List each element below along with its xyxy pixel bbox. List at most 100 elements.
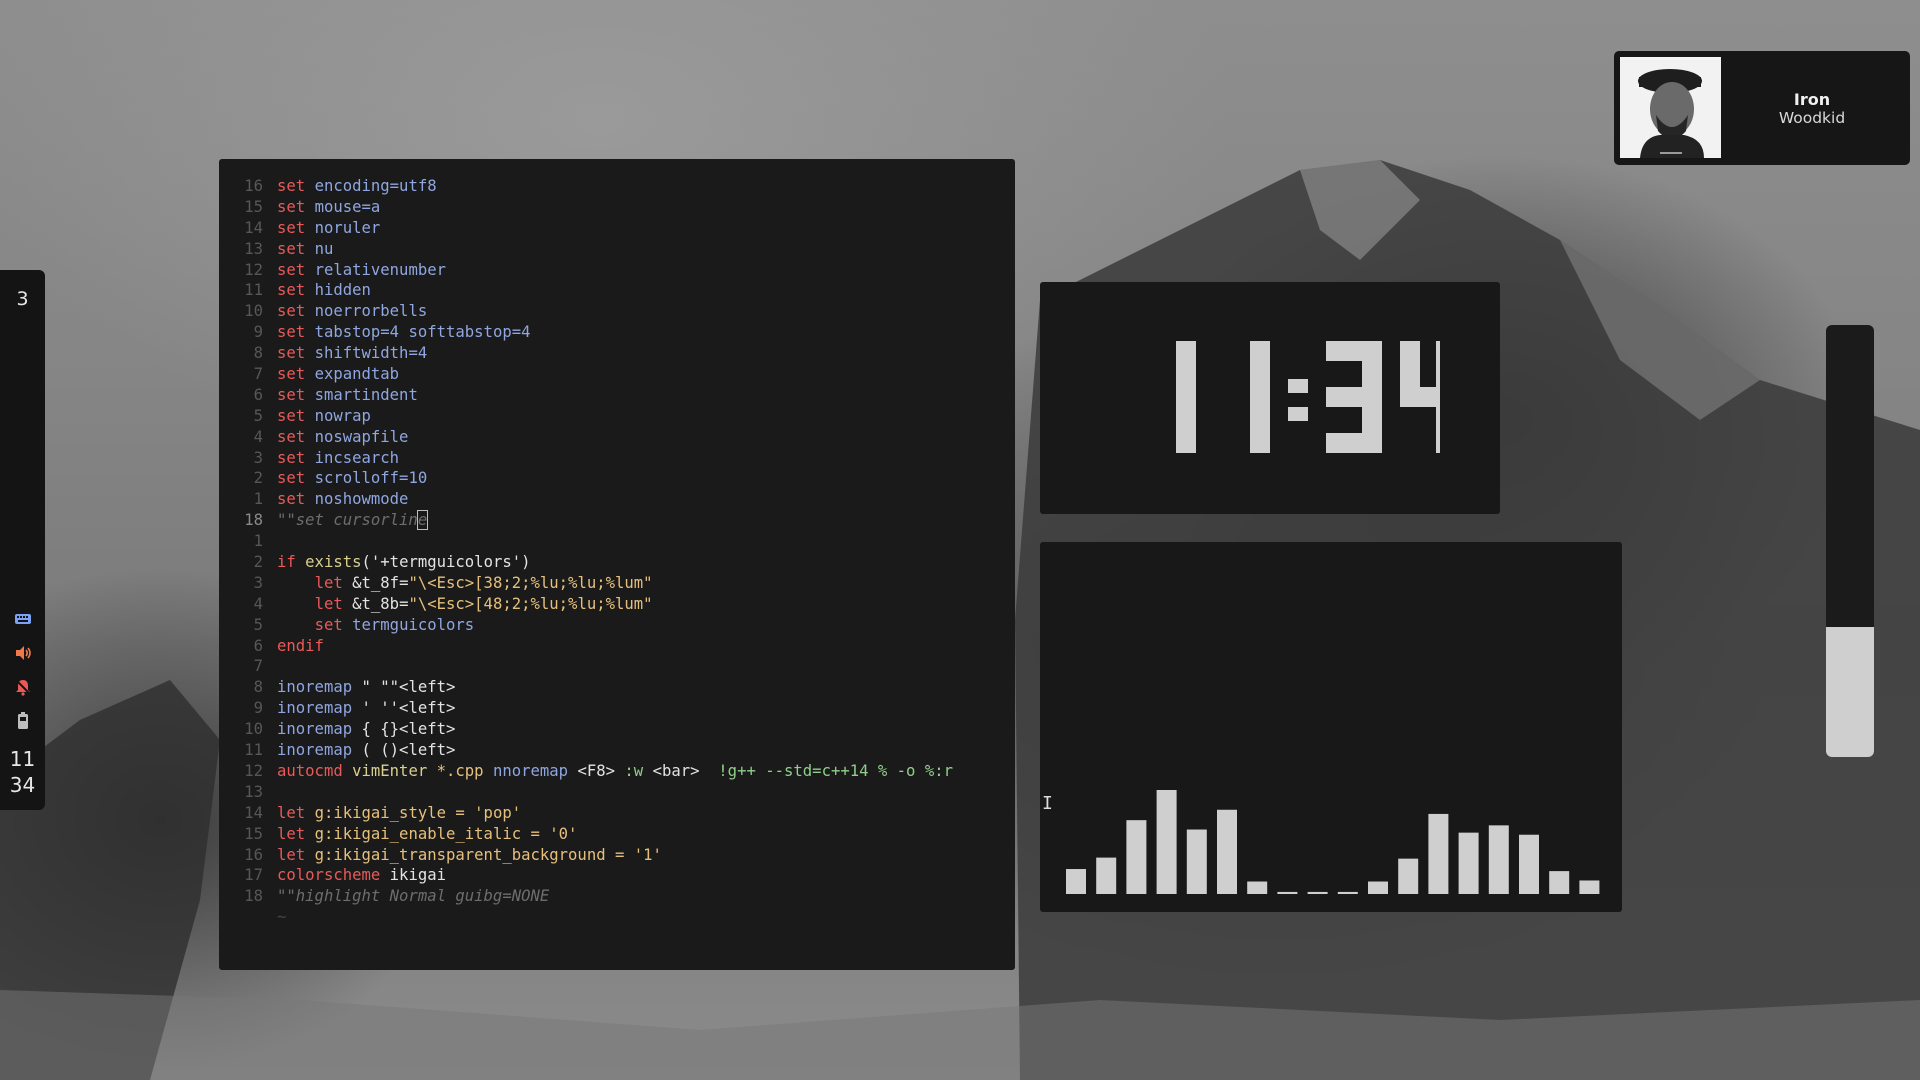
code-line[interactable]: 8 inoremap " ""<left>	[231, 677, 953, 698]
workspace-indicator[interactable]: 3	[0, 288, 45, 310]
code-line[interactable]: 18 ""set cursorline	[231, 510, 953, 531]
line-number: 17	[244, 866, 263, 885]
visualizer-bar	[1398, 858, 1419, 894]
code-line[interactable]: 2 set scrolloff=10	[231, 468, 953, 489]
line-number: 15	[244, 824, 263, 843]
code-line[interactable]: 7	[231, 656, 953, 677]
code-token: set	[314, 615, 343, 634]
clock-digit-segment	[1176, 341, 1196, 453]
line-number: 1	[253, 532, 263, 551]
keyboard-icon[interactable]	[13, 610, 33, 628]
code-token: &t_8b=	[342, 594, 409, 613]
code-token: set	[277, 406, 306, 425]
notifications-off-icon[interactable]	[13, 678, 33, 696]
code-line[interactable]: 13	[231, 782, 953, 803]
visualizer-bar	[1488, 825, 1509, 894]
code-line[interactable]: 10 set noerrorbells	[231, 301, 953, 322]
code-line[interactable]: 1	[231, 531, 953, 552]
code-token: set	[277, 239, 306, 258]
code-token: set	[277, 490, 306, 509]
volume-slider[interactable]	[1826, 325, 1874, 757]
code-line[interactable]: 3 set incsearch	[231, 448, 953, 469]
line-number: 7	[253, 365, 263, 384]
code-line[interactable]: 13 set nu	[231, 239, 953, 260]
code-line[interactable]: 4 set noswapfile	[231, 427, 953, 448]
code-line[interactable]: 18 ""highlight Normal guibg=NONE	[231, 886, 953, 907]
line-number: 1	[253, 490, 263, 509]
visualizer-bar	[1368, 881, 1388, 894]
code-line[interactable]: 6 set smartindent	[231, 385, 953, 406]
code-token: <bar>	[643, 761, 719, 780]
clock-digit-segment	[1362, 387, 1382, 453]
code-line[interactable]: 14 set noruler	[231, 218, 953, 239]
line-number: 5	[253, 406, 263, 425]
code-token: ~	[277, 908, 287, 927]
code-line[interactable]: 8 set shiftwidth=4	[231, 343, 953, 364]
code-line[interactable]: 12 autocmd vimEnter *.cpp nnoremap <F8> :…	[231, 761, 953, 782]
line-number: 9	[253, 323, 263, 342]
code-token: ' ''<left>	[352, 699, 456, 718]
code-line[interactable]: 6 endif	[231, 636, 953, 657]
code-token: inoremap	[277, 720, 353, 739]
code-line[interactable]: 5 set termguicolors	[231, 615, 953, 636]
code-token: let	[314, 573, 343, 592]
vim-editor-window[interactable]: 16 set encoding=utf8 15 set mouse=a 14 set no…	[219, 159, 1015, 970]
code-line[interactable]: 4 let &t_8b="\<Esc>[48;2;%lu;%lu;%lum"	[231, 594, 953, 615]
code-line[interactable]: 15 let g:ikigai_enable_italic = '0'	[231, 824, 953, 845]
bar-clock: 11 34	[0, 746, 45, 798]
line-number: 3	[253, 573, 263, 592]
code-token: termguicolors	[352, 615, 475, 634]
code-token: set	[277, 218, 306, 237]
code-token: let	[277, 845, 306, 864]
code-line[interactable]: 11 set hidden	[231, 280, 953, 301]
line-number: 16	[244, 177, 263, 195]
line-number: 13	[244, 782, 263, 801]
code-line[interactable]: 17 colorscheme ikigai	[231, 865, 953, 886]
code-token: exists	[305, 553, 362, 572]
code-line[interactable]: 12 set relativenumber	[231, 260, 953, 281]
code-token: let	[314, 594, 343, 613]
code-line[interactable]: 10 inoremap { {}<left>	[231, 719, 953, 740]
line-number: 18	[244, 511, 263, 530]
clock-colon-dot	[1288, 407, 1308, 421]
code-token: ikigai	[380, 866, 446, 885]
code-line[interactable]: 14 let g:ikigai_style = 'pop'	[231, 803, 953, 824]
code-token: inoremap	[277, 678, 353, 697]
line-number: 14	[244, 218, 263, 237]
line-number: 16	[244, 845, 263, 864]
code-token: incsearch	[314, 448, 400, 467]
volume-icon[interactable]	[13, 644, 33, 662]
code-line[interactable]: 9 set tabstop=4 softtabstop=4	[231, 322, 953, 343]
code-token: nowrap	[314, 406, 371, 425]
empty-buffer-line[interactable]: ~	[231, 907, 953, 928]
code-token: let	[277, 824, 306, 843]
battery-icon[interactable]	[13, 712, 33, 730]
code-token: g:ikigai_style = 'pop'	[314, 803, 522, 822]
code-line[interactable]: 9 inoremap ' ''<left>	[231, 698, 953, 719]
code-line[interactable]: 16 let g:ikigai_transparent_background = …	[231, 845, 953, 866]
code-line[interactable]: 1 set noshowmode	[231, 489, 953, 510]
code-line[interactable]: 5 set nowrap	[231, 406, 953, 427]
code-area[interactable]: 16 set encoding=utf8 15 set mouse=a 14 set no…	[231, 176, 953, 928]
code-line[interactable]: 16 set encoding=utf8	[231, 176, 953, 197]
bar-clock-minute: 34	[9, 773, 36, 797]
code-token: colorscheme	[277, 866, 381, 885]
code-line[interactable]: 3 let &t_8f="\<Esc>[38;2;%lu;%lu;%lum"	[231, 573, 953, 594]
clock-colon-dot	[1288, 379, 1308, 393]
line-number: 7	[253, 657, 263, 676]
code-token: ('+termguicolors')	[361, 553, 531, 572]
code-line[interactable]: 2 if exists('+termguicolors')	[231, 552, 953, 573]
code-line[interactable]: 11 inoremap ( ()<left>	[231, 740, 953, 761]
code-line[interactable]: 15 set mouse=a	[231, 197, 953, 218]
code-line[interactable]: 7 set expandtab	[231, 364, 953, 385]
now-playing-widget[interactable]: Iron Woodkid	[1614, 51, 1910, 165]
